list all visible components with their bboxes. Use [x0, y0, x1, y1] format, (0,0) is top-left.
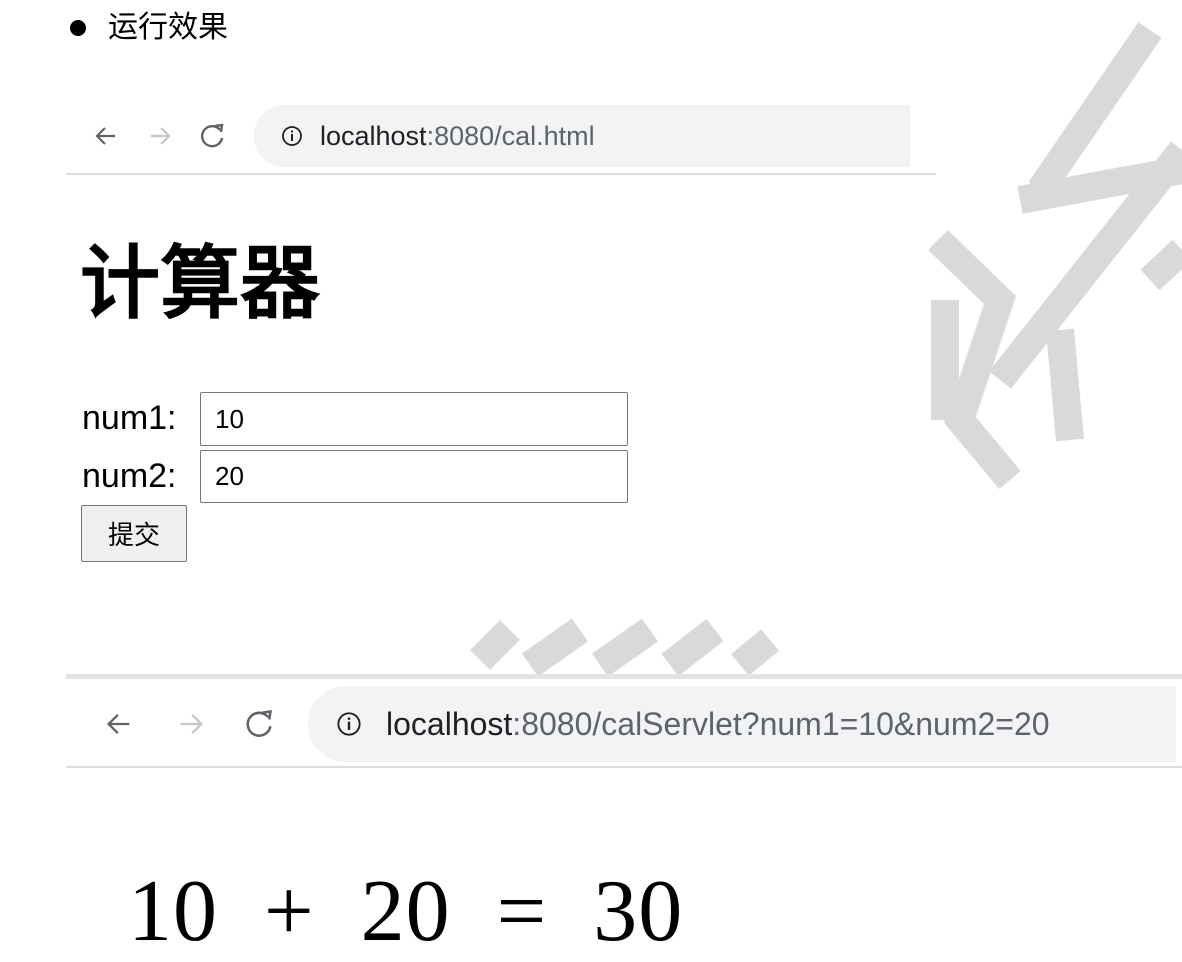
- reload-icon[interactable]: [192, 116, 232, 156]
- url-path: :8080/cal.html: [426, 120, 595, 151]
- url-host: localhost: [386, 705, 513, 742]
- reload-icon[interactable]: [236, 701, 282, 747]
- url-text[interactable]: localhost:8080/calServlet?num1=10&num2=2…: [386, 706, 1050, 743]
- num1-input[interactable]: [200, 392, 628, 446]
- url-text[interactable]: localhost:8080/cal.html: [320, 121, 595, 152]
- page-title: 计算器: [80, 237, 320, 330]
- address-bar[interactable]: localhost:8080/calServlet?num1=10&num2=2…: [308, 686, 1176, 762]
- back-arrow-icon[interactable]: [86, 116, 126, 156]
- submit-button[interactable]: 提交: [81, 505, 187, 562]
- url-path: :8080/calServlet?num1=10&num2=20: [512, 705, 1050, 742]
- browser-toolbar-1: localhost:8080/cal.html: [66, 104, 936, 168]
- bullet-icon: [70, 20, 86, 36]
- num1-label: num1:: [82, 399, 177, 437]
- section-heading-text: 运行效果: [108, 10, 228, 45]
- num2-input[interactable]: [200, 450, 628, 503]
- info-icon[interactable]: [278, 122, 306, 150]
- num2-label: num2:: [82, 457, 177, 495]
- calculation-result: 10 + 20 = 30: [128, 863, 684, 960]
- toolbar-top-divider: [66, 674, 1182, 679]
- section-heading: 运行效果: [70, 8, 228, 48]
- back-arrow-icon[interactable]: [96, 701, 142, 747]
- browser-toolbar-2: localhost:8080/calServlet?num1=10&num2=2…: [66, 682, 1182, 766]
- toolbar-divider: [66, 766, 1182, 768]
- info-icon[interactable]: [334, 709, 364, 739]
- address-bar[interactable]: localhost:8080/cal.html: [254, 105, 910, 167]
- toolbar-divider: [66, 173, 936, 175]
- forward-arrow-icon[interactable]: [140, 116, 180, 156]
- forward-arrow-icon[interactable]: [168, 701, 214, 747]
- url-host: localhost: [320, 120, 427, 151]
